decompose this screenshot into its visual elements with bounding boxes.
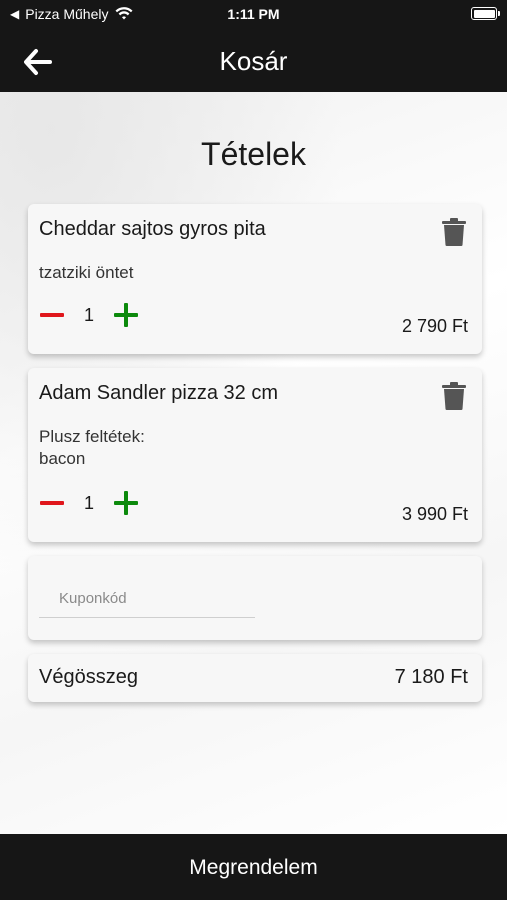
decrease-quantity-button[interactable] — [39, 490, 65, 516]
coupon-card — [28, 556, 482, 640]
item-price: 3 990 Ft — [401, 504, 468, 524]
decrease-quantity-button[interactable] — [39, 302, 65, 328]
item-name: Adam Sandler pizza 32 cm — [39, 382, 279, 404]
quantity-value: 1 — [83, 304, 94, 325]
increase-quantity-button[interactable] — [113, 302, 139, 328]
total-value: 7 180 Ft — [394, 666, 468, 688]
item-price: 2 790 Ft — [401, 316, 468, 336]
cart-item: Cheddar sajtos gyros pita tzatziki öntet… — [28, 204, 482, 354]
item-description-line: tzatziki öntet — [39, 263, 134, 282]
battery-icon — [471, 7, 500, 20]
status-time: 1:11 PM — [227, 6, 280, 22]
place-order-button[interactable]: Megrendelem — [0, 834, 507, 900]
status-bar: ◀ Pizza Műhely 1:11 PM — [0, 0, 507, 30]
cart-content: Tételek Cheddar sajtos gyros pita tzatzi… — [0, 92, 507, 834]
quantity-stepper: 1 — [39, 302, 139, 328]
total-card: Végösszeg 7 180 Ft — [28, 654, 482, 702]
top-bar: ◀ Pizza Műhely 1:11 PM Kosár — [0, 0, 507, 92]
increase-quantity-button[interactable] — [113, 490, 139, 516]
quantity-stepper: 1 — [39, 490, 139, 516]
quantity-value: 1 — [83, 492, 94, 513]
coupon-code-input[interactable] — [39, 580, 255, 618]
item-description: Plusz feltétek: bacon — [39, 426, 145, 470]
item-description-line: Plusz feltétek: — [39, 427, 145, 446]
item-description: tzatziki öntet — [39, 262, 134, 284]
total-label: Végösszeg — [39, 666, 138, 688]
item-name: Cheddar sajtos gyros pita — [39, 218, 266, 240]
nav-bar: Kosár — [0, 30, 507, 92]
trash-icon[interactable] — [442, 218, 466, 246]
item-description-line: bacon — [39, 449, 86, 468]
page-title: Kosár — [219, 46, 288, 76]
cart-item: Adam Sandler pizza 32 cm Plusz feltétek:… — [28, 368, 482, 542]
trash-icon[interactable] — [442, 382, 466, 410]
section-title: Tételek — [201, 136, 306, 172]
